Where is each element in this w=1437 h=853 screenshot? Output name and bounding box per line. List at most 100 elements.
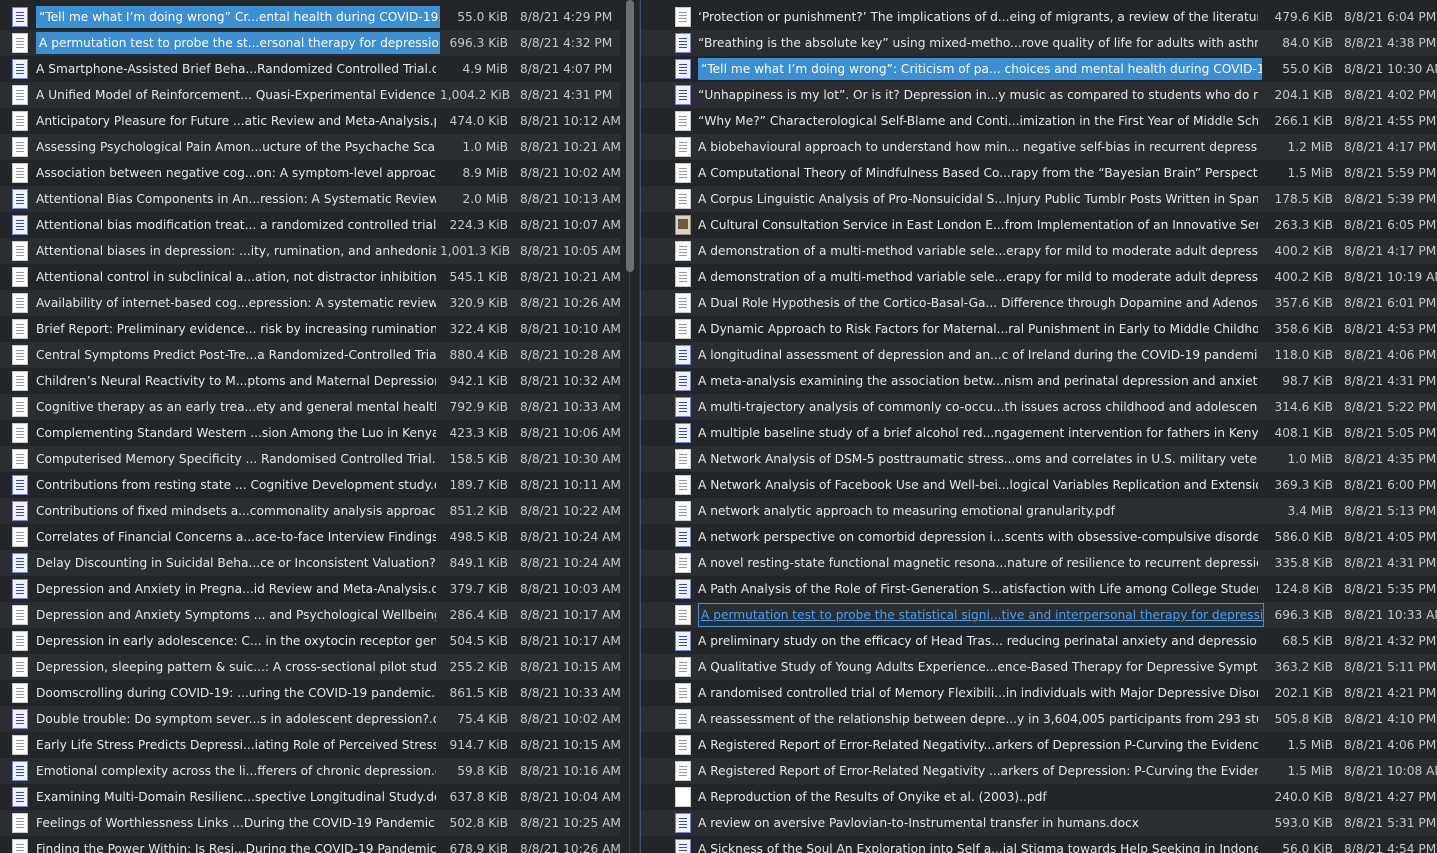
file-name[interactable]: A Cultural Consultation Service in East …: [698, 212, 1258, 238]
file-name[interactable]: “Unhappiness is my lot”. Or is it? Depre…: [698, 82, 1258, 108]
file-name[interactable]: Computerised Memory Specificity ... Rand…: [36, 446, 436, 472]
file-name[interactable]: Central Symptoms Predict Post-Tre...a Ra…: [36, 342, 436, 368]
file-row[interactable]: “Why Me?” Characterological Self-Blame a…: [641, 108, 1437, 134]
file-name[interactable]: Doomscrolling during COVID-19: ...uring …: [36, 680, 436, 706]
file-name[interactable]: A Computational Theory of Mindfulness Ba…: [698, 160, 1258, 186]
file-row[interactable]: A Reproduction of the Results of Onyike …: [641, 784, 1437, 810]
file-row[interactable]: A Network Analysis of DSM-5 posttraumati…: [641, 446, 1437, 472]
file-row[interactable]: Correlates of Financial Concerns a...ace…: [0, 524, 620, 550]
file-row[interactable]: Attentional control in subclinical a...a…: [0, 264, 620, 290]
file-name[interactable]: ‘Protection or punishment?’ The implicat…: [698, 4, 1258, 30]
file-name[interactable]: Finding the Power Within: Is Resi...Duri…: [36, 836, 436, 853]
file-row[interactable]: A demonstration of a multi-method variab…: [641, 264, 1437, 290]
file-row[interactable]: Doomscrolling during COVID-19: ...uring …: [0, 680, 620, 706]
file-row[interactable]: Anticipatory Pleasure for Future ...atic…: [0, 108, 620, 134]
file-row[interactable]: A Qualitative Study of Young Adults Expe…: [641, 654, 1437, 680]
file-row[interactable]: Feelings of Worthlessness Links ...Durin…: [0, 810, 620, 836]
file-row[interactable]: Computerised Memory Specificity ... Rand…: [0, 446, 620, 472]
file-row[interactable]: Depression in early adolescence: C... in…: [0, 628, 620, 654]
file-row[interactable]: Children’s Neural Reactivity to M...ptom…: [0, 368, 620, 394]
file-name[interactable]: A network analytic approach to measuring…: [698, 498, 1258, 524]
file-row[interactable]: Depression and Anxiety Symptoms ... and …: [0, 602, 620, 628]
file-row[interactable]: Attentional Bias Components in An...ress…: [0, 186, 620, 212]
file-name[interactable]: Delay Discounting in Suicidal Beha...ce …: [36, 550, 436, 576]
file-name[interactable]: A biobehavioural approach to understand …: [698, 134, 1258, 160]
file-name[interactable]: A Smartphone-Assisted Brief Beha...Rando…: [36, 56, 436, 82]
file-row[interactable]: Cognitive therapy as an early trea...ety…: [0, 394, 620, 420]
file-name[interactable]: A randomised controlled trial of Memory …: [698, 680, 1258, 706]
file-row[interactable]: A network analytic approach to measuring…: [641, 498, 1437, 524]
file-name[interactable]: A Registered Report of Error-Related Neg…: [698, 732, 1258, 758]
file-name[interactable]: A Corpus Linguistic Analysis of Pro-Nons…: [698, 186, 1258, 212]
file-row[interactable]: Complementing Standard Western ...sion A…: [0, 420, 620, 446]
file-name[interactable]: Depression and Anxiety Symptoms ... and …: [36, 602, 436, 628]
file-row[interactable]: Emotional complexity across the li...ffe…: [0, 758, 620, 784]
file-name[interactable]: Emotional complexity across the li...ffe…: [36, 758, 436, 784]
file-row[interactable]: A biobehavioural approach to understand …: [641, 134, 1437, 160]
file-name[interactable]: Examining Multi-Domain Resilienc...spect…: [36, 784, 436, 810]
file-name[interactable]: “Breathing is the absolute key” using mi…: [698, 30, 1258, 56]
file-row[interactable]: Availability of internet-based cog...epr…: [0, 290, 620, 316]
file-row[interactable]: A Path Analysis of the Role of First-Gen…: [641, 576, 1437, 602]
file-row[interactable]: A randomised controlled trial of Memory …: [641, 680, 1437, 706]
file-row[interactable]: A Corpus Linguistic Analysis of Pro-Nons…: [641, 186, 1437, 212]
file-name[interactable]: “Why Me?” Characterological Self-Blame a…: [698, 108, 1258, 134]
file-row[interactable]: A Network Analysis of Facebook Use and W…: [641, 472, 1437, 498]
file-row[interactable]: ‘Protection or punishment?’ The implicat…: [641, 4, 1437, 30]
file-name[interactable]: A Path Analysis of the Role of First-Gen…: [698, 576, 1258, 602]
file-name[interactable]: A Qualitative Study of Young Adults Expe…: [698, 654, 1258, 680]
file-row[interactable]: Depression, sleeping pattern & suic...: …: [0, 654, 620, 680]
file-name[interactable]: A meta-analysis examining the associatio…: [698, 368, 1258, 394]
file-name[interactable]: A network perspective on comorbid depres…: [698, 524, 1258, 550]
file-row[interactable]: “Unhappiness is my lot”. Or is it? Depre…: [641, 82, 1437, 108]
scrollbar-thumb[interactable]: [626, 0, 634, 272]
file-name[interactable]: A Sickness of the Soul An Exploration in…: [698, 836, 1258, 853]
left-pane-scrollbar[interactable]: [620, 0, 641, 853]
file-row[interactable]: A multi-trajectory analysis of commonly …: [641, 394, 1437, 420]
file-name[interactable]: Feelings of Worthlessness Links ...Durin…: [36, 810, 436, 836]
file-name[interactable]: Cognitive therapy as an early trea...ety…: [36, 394, 436, 420]
file-name[interactable]: A review on aversive Pavlovian-to-Instru…: [698, 810, 1258, 836]
file-name[interactable]: Early Life Stress Predicts Depressi...ia…: [36, 732, 436, 758]
file-row[interactable]: A Cultural Consultation Service in East …: [641, 212, 1437, 238]
file-row[interactable]: A Dynamic Approach to Risk Factors for M…: [641, 316, 1437, 342]
file-name[interactable]: A novel resting-state functional magneti…: [698, 550, 1258, 576]
file-row[interactable]: Finding the Power Within: Is Resi...Duri…: [0, 836, 620, 853]
file-row[interactable]: A preliminary study on the efficacy of H…: [641, 628, 1437, 654]
file-row[interactable]: A review on aversive Pavlovian-to-Instru…: [641, 810, 1437, 836]
file-row[interactable]: “Breathing is the absolute key” using mi…: [641, 30, 1437, 56]
file-row[interactable]: Brief Report: Preliminary evidence... ri…: [0, 316, 620, 342]
file-row[interactable]: Association between negative cog...on: A…: [0, 160, 620, 186]
file-name[interactable]: A multiple baseline study of a brief alc…: [698, 420, 1258, 446]
file-row[interactable]: A demonstration of a multi-method variab…: [641, 238, 1437, 264]
file-row[interactable]: A Dual Role Hypothesis of the Cortico-Ba…: [641, 290, 1437, 316]
file-name[interactable]: Availability of internet-based cog...epr…: [36, 290, 436, 316]
file-row[interactable]: Attentional bias modification treat... a…: [0, 212, 620, 238]
file-row[interactable]: A permutation test to probe the statisti…: [641, 602, 1437, 628]
file-name[interactable]: A multi-trajectory analysis of commonly …: [698, 394, 1258, 420]
file-name[interactable]: Double trouble: Do symptom sever...s in …: [36, 706, 436, 732]
file-row[interactable]: A Registered Report of Error-Related Neg…: [641, 732, 1437, 758]
file-row[interactable]: A multiple baseline study of a brief alc…: [641, 420, 1437, 446]
file-row[interactable]: Double trouble: Do symptom sever...s in …: [0, 706, 620, 732]
file-row[interactable]: Assessing Psychological Pain Amon...uctu…: [0, 134, 620, 160]
file-row[interactable]: Central Symptoms Predict Post-Tre...a Ra…: [0, 342, 620, 368]
file-name[interactable]: Depression in early adolescence: C... in…: [36, 628, 436, 654]
file-row[interactable]: A permutation test to probe the st...ers…: [0, 30, 620, 56]
file-row[interactable]: A novel resting-state functional magneti…: [641, 550, 1437, 576]
file-name[interactable]: A Dual Role Hypothesis of the Cortico-Ba…: [698, 290, 1258, 316]
file-name[interactable]: A Network Analysis of DSM-5 posttraumati…: [698, 446, 1258, 472]
file-name[interactable]: Attentional Bias Components in An...ress…: [36, 186, 436, 212]
file-row[interactable]: A network perspective on comorbid depres…: [641, 524, 1437, 550]
file-name[interactable]: A permutation test to probe the statisti…: [698, 603, 1264, 627]
file-name[interactable]: “Tell me what I’m doing wrong”: Criticis…: [698, 58, 1262, 80]
file-row[interactable]: Attentional biases in depression: ...ity…: [0, 238, 620, 264]
file-name[interactable]: A demonstration of a multi-method variab…: [698, 264, 1258, 290]
file-name[interactable]: Complementing Standard Western ...sion A…: [36, 420, 436, 446]
file-row[interactable]: A Unified Model of Reinforcement... Quas…: [0, 82, 620, 108]
file-row[interactable]: A Registered Report of Error-Related Neg…: [641, 758, 1437, 784]
file-name[interactable]: A preliminary study on the efficacy of H…: [698, 628, 1258, 654]
file-row[interactable]: Contributions of fixed mindsets a...comm…: [0, 498, 620, 524]
file-name[interactable]: Association between negative cog...on: A…: [36, 160, 436, 186]
file-name[interactable]: Attentional biases in depression: ...ity…: [36, 238, 436, 264]
